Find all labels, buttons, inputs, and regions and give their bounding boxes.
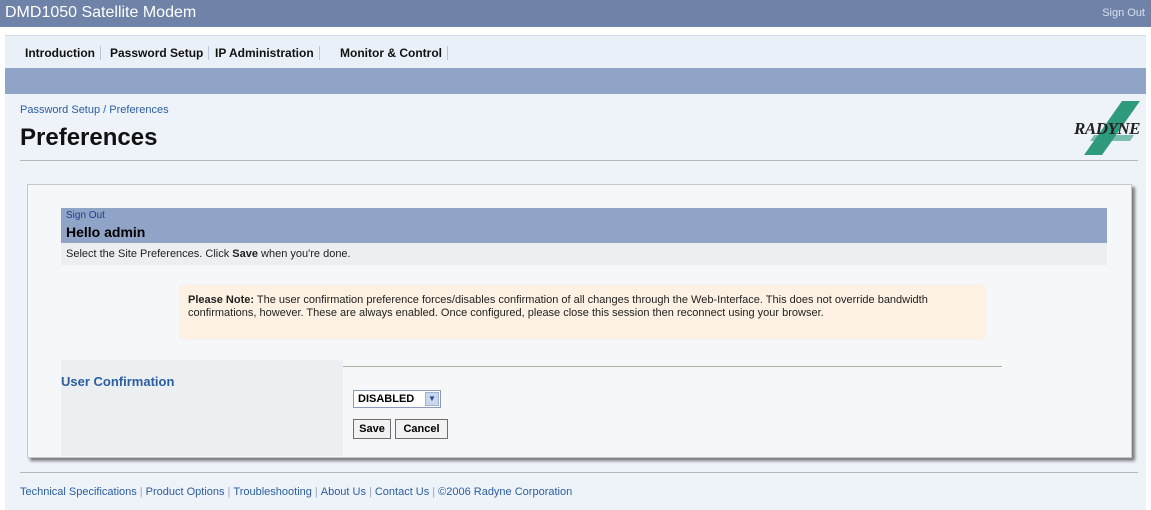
note-box: Please Note: The user confirmation prefe…	[179, 285, 986, 339]
footer-divider	[20, 472, 1138, 473]
page-title: Preferences	[20, 124, 158, 151]
title-bar: DMD1050 Satellite Modem Sign Out	[0, 0, 1151, 27]
footer-link-troubleshooting[interactable]: Troubleshooting	[233, 486, 311, 498]
breadcrumb[interactable]: Password Setup / Preferences	[20, 104, 169, 116]
greeting: Hello admin	[66, 224, 146, 240]
tab-monitor-control[interactable]: Monitor & Control	[335, 46, 448, 60]
cancel-button[interactable]: Cancel	[395, 419, 448, 439]
footer-link-contact-us[interactable]: Contact Us	[375, 486, 429, 498]
footer: Technical Specifications | Product Options…	[20, 486, 572, 498]
tab-password-setup[interactable]: Password Setup	[105, 46, 210, 60]
field-label-cell: User Confirmation	[61, 360, 343, 456]
content-area: Password Setup / Preferences Preferences…	[5, 94, 1146, 510]
sign-out-link[interactable]: Sign Out	[1102, 7, 1145, 19]
instruction-row: Select the Site Preferences. Click Save …	[61, 243, 1107, 265]
footer-link-about-us[interactable]: About Us	[321, 486, 366, 498]
tab-introduction[interactable]: Introduction	[20, 46, 101, 60]
user-confirmation-label: User Confirmation	[61, 374, 175, 389]
tab-ip-administration[interactable]: IP Administration	[210, 46, 320, 60]
divider	[20, 160, 1138, 161]
select-value: DISABLED	[358, 393, 415, 405]
greeting-bar: Sign Out Hello admin	[61, 208, 1107, 243]
separator: |	[314, 486, 318, 498]
save-button[interactable]: Save	[353, 419, 391, 439]
instruction-post: when you're done.	[258, 248, 351, 260]
separator: |	[432, 486, 436, 498]
preferences-panel: Sign Out Hello admin Select the Site Pre…	[27, 184, 1132, 458]
field-divider	[343, 366, 1002, 367]
user-confirmation-select[interactable]: DISABLED ▼	[353, 390, 441, 408]
chevron-down-icon[interactable]: ▼	[425, 392, 439, 406]
note-text: Please Note: The user confirmation prefe…	[188, 294, 983, 320]
main-nav: Introduction Password Setup IP Administr…	[5, 35, 1146, 68]
note-body: The user confirmation preference forces/…	[188, 294, 928, 319]
instruction-bold: Save	[232, 248, 258, 260]
sub-nav-bar	[5, 68, 1146, 94]
footer-link-technical-specifications[interactable]: Technical Specifications	[20, 486, 137, 498]
copyright: ©2006 Radyne Corporation	[438, 486, 573, 498]
instruction-pre: Select the Site Preferences. Click	[66, 248, 233, 260]
separator: |	[139, 486, 143, 498]
note-label: Please Note:	[188, 294, 255, 306]
panel-sign-out-link[interactable]: Sign Out	[66, 210, 105, 221]
instruction-text: Select the Site Preferences. Click Save …	[66, 248, 351, 260]
footer-link-product-options[interactable]: Product Options	[146, 486, 225, 498]
app-title: DMD1050 Satellite Modem	[5, 4, 197, 21]
logo-text: RADYNE	[1074, 119, 1140, 138]
separator: |	[368, 486, 372, 498]
